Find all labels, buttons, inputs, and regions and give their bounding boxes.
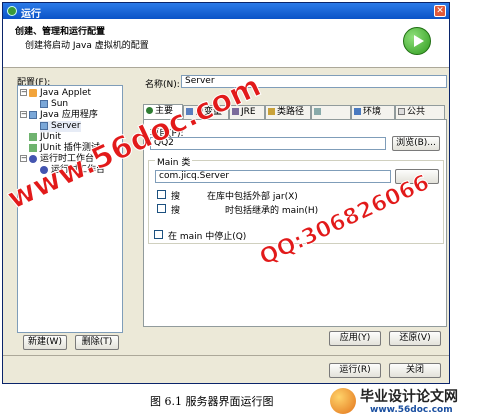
tab-label: 环境 [363,107,382,117]
classpath-tab-icon [268,108,275,115]
tree-item-label: Server [51,121,81,131]
tab-environment[interactable]: 环境 [351,105,395,119]
tab-source[interactable] [311,105,351,119]
tree-item-java-application[interactable]: − Java 应用程序 [20,110,98,121]
applet-config-icon [40,99,48,108]
new-button[interactable]: 新建(W) [23,335,67,350]
include-external-jars-label-prefix: 搜 [171,192,181,202]
window-title: 运行 [21,9,41,20]
runtime-workbench-icon [29,154,37,163]
header-subtitle: 创建将启动 Java 虚拟机的配置 [25,41,149,51]
logo-title: 毕业设计论文网 [360,389,458,405]
footer-divider [3,355,449,356]
tree-item-label: JUnit [40,132,61,142]
main-class-group-label: Main 类 [155,155,193,168]
main-tab-panel: 项目(P): QQ2 浏览(B)... Main 类 com.jicq.Serv… [143,119,447,327]
tab-label: 类路径 [277,107,305,117]
tree-item-label: Java Applet [40,88,92,98]
collapse-icon[interactable]: − [20,155,27,162]
java-applet-icon [29,88,37,97]
tree-item-server[interactable]: Server [40,121,81,132]
include-external-jars-label: 在库中包括外部 jar(X) [207,192,298,202]
figure-caption: 图 6.1 服务器界面运行图 [150,395,274,408]
include-inherited-mains-label: 时包括继承的 main(H) [225,206,319,216]
run-button[interactable]: 运行(R) [329,363,381,378]
include-external-jars-checkbox[interactable] [157,190,166,199]
tree-item-label: Sun [51,99,69,109]
revert-button[interactable]: 还原(V) [389,331,441,346]
dialog-header: 创建、管理和运行配置 创建将启动 Java 虚拟机的配置 [3,19,449,68]
stop-in-main-label: 在 main 中停止(Q) [168,232,247,242]
java-app-icon [29,110,37,119]
site-logo: 毕业设计论文网 www.56doc.com [330,386,486,418]
main-tab-icon [146,107,153,114]
tree-item-sun[interactable]: Sun [40,99,68,110]
title-bar[interactable]: 运行 ✕ [3,3,449,20]
junit-plugin-icon [29,143,37,152]
common-tab-icon [398,108,405,115]
tab-common[interactable]: 公共 [395,105,445,119]
collapse-icon[interactable]: − [20,89,27,96]
close-icon[interactable]: ✕ [434,5,446,17]
tree-item-junit[interactable]: JUnit [29,132,61,143]
environment-tab-icon [354,108,361,115]
tree-item-java-applet[interactable]: − Java Applet [20,88,91,99]
close-button[interactable]: 关闭 [389,363,441,378]
name-label: 名称(N): [145,80,180,90]
project-field[interactable]: QQ2 [150,137,386,150]
tab-label: 公共 [407,107,426,117]
tab-classpath[interactable]: 类路径 [265,105,311,119]
apply-button[interactable]: 应用(Y) [329,331,381,346]
app-config-icon [40,121,48,130]
browse-button[interactable]: 浏览(B)... [392,136,440,151]
run-icon [403,27,431,55]
header-title: 创建、管理和运行配置 [15,27,106,37]
source-tab-icon [314,108,321,115]
main-class-field[interactable]: com.jicq.Server [155,170,391,183]
tree-item-label: Java 应用程序 [40,110,98,120]
delete-button[interactable]: 删除(T) [75,335,119,350]
include-inherited-mains-checkbox[interactable] [157,204,166,213]
window-icon [7,6,17,16]
logo-url: www.56doc.com [370,405,453,415]
logo-ball-icon [330,388,356,414]
junit-icon [29,132,37,141]
stop-in-main-checkbox[interactable] [154,230,163,239]
include-inherited-mains-label-prefix: 搜 [171,206,181,216]
collapse-icon[interactable]: − [20,111,27,118]
